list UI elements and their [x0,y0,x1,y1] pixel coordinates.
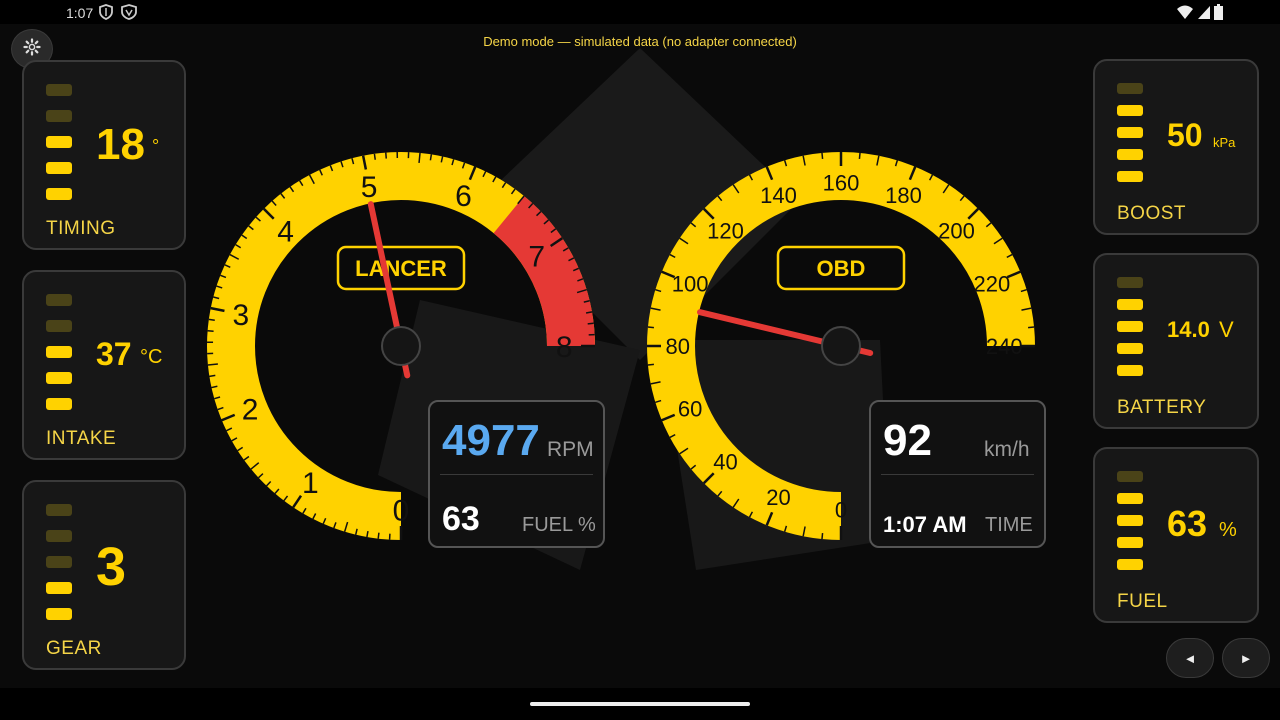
gauge-tick-label: 160 [823,171,860,196]
redline-band [493,196,595,347]
gauge-tick-label: 100 [672,272,709,297]
gauge-tick [207,363,218,366]
gauge-tick-label: 1 [302,467,319,500]
gauge-tick [647,326,654,329]
next-page-button[interactable]: ► [1222,638,1270,678]
gauge-tick [208,318,215,321]
gauge-tick-label: 200 [938,219,975,244]
gauge-tick-label: 0 [393,494,410,527]
gauge-tick-label: 3 [233,299,250,332]
gauge-tick [377,532,380,539]
gauge-tick-label: 220 [973,272,1010,297]
rpm-value: 4977 [442,416,540,465]
gauge-tick [821,152,824,159]
gauge-tick [373,153,376,160]
gauge-tick [858,152,861,159]
gauge-tick-label: 7 [528,240,545,273]
gauge-tick-label: 5 [361,171,378,204]
speed-badge-text: OBD [817,256,866,281]
rpm-needle-hub [381,326,421,366]
clock-label: TIME [985,514,1033,536]
gauge-tick-label: 6 [455,180,472,213]
gauge-tick [418,152,421,163]
speed-unit: km/h [984,438,1030,461]
speed-box-divider [881,474,1034,475]
gauge-tick-label: 8 [556,331,573,364]
gauge-tick [429,154,433,161]
speed-info-box: 92 km/h 1:07 AM TIME [869,400,1046,548]
gauge-tick-label: 240 [986,334,1023,359]
gauge-tick [366,530,369,538]
gauges-layer: 0 1 2 3 4 5 6 7 8 0 20 40 60 80 100 120 140 160 180 200 220… [207,152,1035,540]
gauge-tick-label: 0 [835,497,847,522]
gauge-tick-label: 2 [242,393,259,426]
gauge-tick-label: 140 [760,183,797,208]
home-gesture-bar[interactable] [530,702,750,706]
clock-value: 1:07 AM [883,512,967,537]
gauge-tick-label: 4 [277,216,294,249]
gauge-tick [209,374,216,378]
rpm-box-divider [440,474,593,475]
gauge-tick-label: 120 [707,219,744,244]
gauge-tick-label: 40 [713,449,737,474]
rpm-badge-text: LANCER [355,256,447,281]
gauge-tick-label: 20 [766,485,790,510]
speed-value: 92 [883,416,932,465]
gauge-tick-label: 180 [885,183,922,208]
gauge-tick [587,322,594,325]
gauge-tick [647,363,654,366]
gauge-tick [1028,326,1035,329]
rpm-unit: RPM [547,438,594,461]
fuel-percent-value: 63 [442,500,480,538]
prev-page-button[interactable]: ◄ [1166,638,1214,678]
rpm-info-box: 4977 RPM 63 FUEL % [428,400,605,548]
gauge-tick [585,311,593,314]
gauge-tick [821,533,824,540]
gauge-tick-label: 60 [678,396,702,421]
gauge-tick-label: 80 [665,334,689,359]
fuel-percent-label: FUEL % [522,514,596,536]
speed-needle-hub [821,326,861,366]
